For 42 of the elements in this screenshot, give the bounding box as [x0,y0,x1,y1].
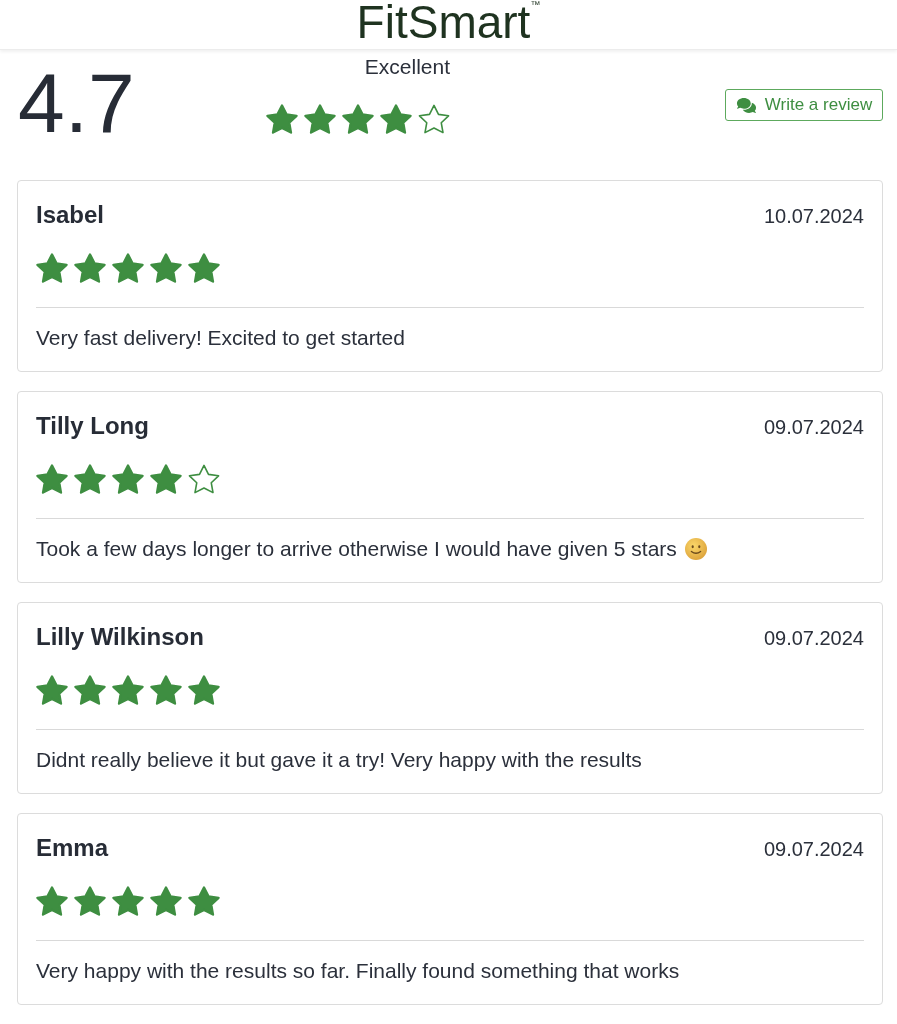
star-icon [304,104,336,134]
reviewer-name: Tilly Long [36,411,149,441]
star-icon [112,675,144,705]
star-icon [74,253,106,283]
rating-score: 4.7 [18,61,136,145]
review-date: 09.07.2024 [763,626,864,651]
star-icon [188,886,220,916]
review-text: Took a few days longer to arrive otherwise I would have given 5 stars [36,536,677,562]
review-text: Didnt really believe it but gave it a try! Very happy with the results [36,747,642,773]
review-text: Very fast delivery! Excited to get started [36,325,405,351]
star-icon [380,104,412,134]
logo-text: FitSmart$^{™}$ [356,0,541,45]
star-icon [112,253,144,283]
star-outline-icon [418,104,450,134]
review-text: Very happy with the results so far. Finally found something that works [36,958,680,984]
review-date: 09.07.2024 [763,415,864,440]
star-icon [112,886,144,916]
star-outline-icon [188,464,220,494]
star-icon [188,253,220,283]
star-icon [342,104,374,134]
star-icon [74,464,106,494]
review-date: 09.07.2024 [763,837,864,862]
star-icon [150,253,182,283]
star-icon [150,675,182,705]
review-date: 10.07.2024 [763,204,864,229]
rating-label: Excellent [364,54,450,79]
star-icon [36,675,68,705]
reviewer-name: Isabel [36,200,105,230]
star-icon [150,464,182,494]
star-icon [36,464,68,494]
star-icon [36,253,68,283]
write-review-button[interactable]: Write a review [725,89,883,121]
star-icon [150,886,182,916]
star-icon [188,675,220,705]
chat-bubbles-icon [735,96,757,114]
star-icon [74,886,106,916]
reviewer-name: Emma [36,833,109,863]
reviewer-name: Lilly Wilkinson [36,622,204,652]
star-icon [36,886,68,916]
star-icon [74,675,106,705]
star-icon [112,464,144,494]
star-icon [266,104,298,134]
